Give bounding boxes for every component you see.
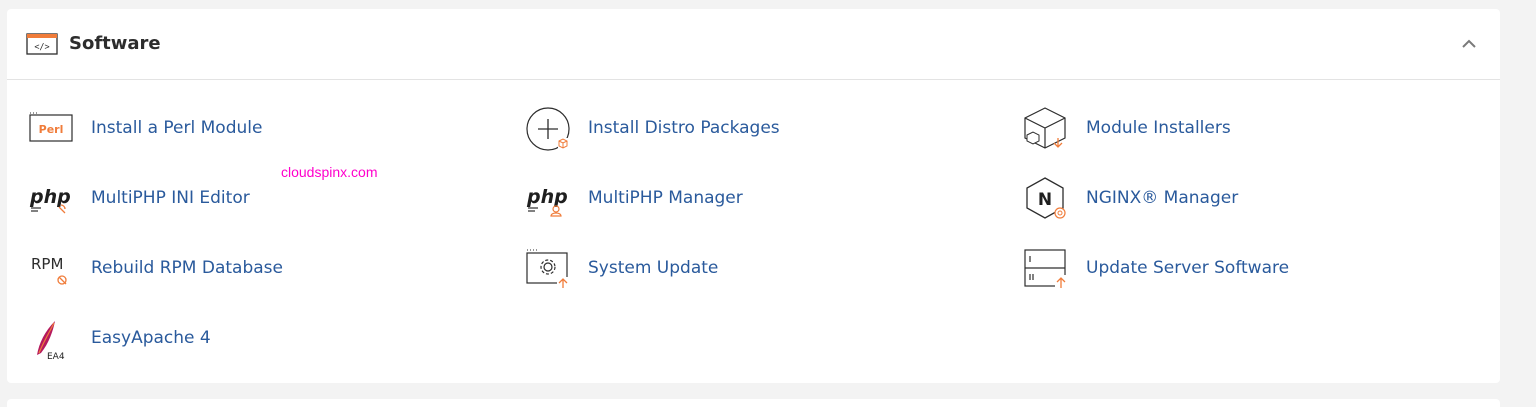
- multiphp-manager-link[interactable]: php MultiPHP Manager: [524, 175, 824, 221]
- module-installers-link[interactable]: Module Installers: [1022, 105, 1322, 151]
- svg-text:php: php: [526, 186, 568, 208]
- item-label: Install Distro Packages: [588, 118, 780, 138]
- item-label: EasyApache 4: [91, 328, 211, 348]
- system-update-link[interactable]: System Update: [524, 245, 824, 291]
- item-label: Update Server Software: [1086, 258, 1290, 278]
- server-update-icon: [1024, 249, 1067, 289]
- software-panel: </> Software cloudspinx.com Perl Install…: [7, 9, 1500, 383]
- svg-text:RPM: RPM: [31, 255, 63, 273]
- code-window-icon: </>: [26, 33, 58, 55]
- php-manager-icon: php: [526, 186, 568, 217]
- svg-text:EA4: EA4: [47, 352, 65, 361]
- next-section-panel: [7, 399, 1500, 407]
- install-distro-packages-link[interactable]: Install Distro Packages: [524, 105, 824, 151]
- item-label: System Update: [588, 258, 719, 278]
- easyapache-4-link[interactable]: EA4 EasyApache 4: [27, 315, 327, 361]
- item-label: MultiPHP INI Editor: [91, 188, 250, 208]
- section-title: Software: [69, 33, 161, 54]
- svg-text:Perl: Perl: [39, 123, 64, 136]
- svg-text:</>: </>: [34, 43, 49, 53]
- rebuild-rpm-database-link[interactable]: RPM Rebuild RPM Database: [27, 245, 327, 291]
- php-ini-editor-icon: php: [29, 186, 71, 214]
- item-label: Rebuild RPM Database: [91, 258, 283, 278]
- panel-header[interactable]: </> Software: [7, 9, 1500, 80]
- add-package-icon: [526, 107, 570, 151]
- multiphp-ini-editor-link[interactable]: php MultiPHP INI Editor: [27, 175, 327, 221]
- item-label: Module Installers: [1086, 118, 1231, 138]
- install-perl-module-link[interactable]: Perl Install a Perl Module: [27, 105, 327, 151]
- svg-text:php: php: [29, 186, 71, 208]
- chevron-up-icon[interactable]: [1458, 34, 1480, 54]
- nginx-icon: N: [1026, 177, 1066, 219]
- perl-module-icon: Perl: [29, 112, 73, 142]
- system-update-icon: [526, 249, 569, 289]
- module-box-icon: [1024, 107, 1066, 149]
- item-label: NGINX® Manager: [1086, 188, 1239, 208]
- item-label: MultiPHP Manager: [588, 188, 743, 208]
- easyapache-feather-icon: EA4: [37, 321, 65, 361]
- update-server-software-link[interactable]: Update Server Software: [1022, 245, 1322, 291]
- svg-text:N: N: [1038, 190, 1052, 210]
- item-label: Install a Perl Module: [91, 118, 263, 138]
- rpm-icon: RPM: [31, 255, 67, 285]
- nginx-manager-link[interactable]: N NGINX® Manager: [1022, 175, 1322, 221]
